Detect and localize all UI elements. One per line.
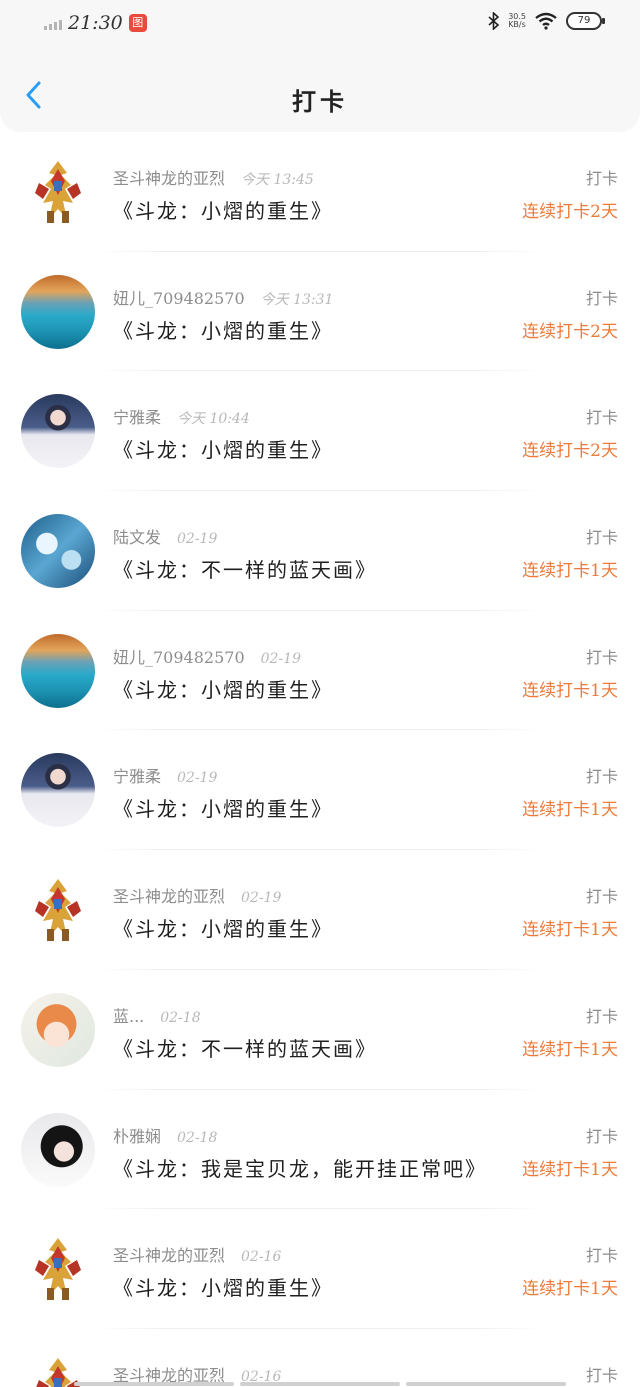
user-name[interactable]: 圣斗神龙的亚烈 (113, 1246, 225, 1265)
book-title[interactable]: 《斗龙：小熠的重生》 (113, 315, 333, 344)
book-title[interactable]: 《斗龙：小熠的重生》 (113, 913, 333, 942)
checkin-time: 02-18 (160, 1009, 201, 1026)
anime-avatar[interactable] (21, 992, 95, 1067)
checkin-tag: 打卡 (585, 528, 618, 548)
checkin-time: 02-19 (241, 890, 282, 907)
woman-avatar[interactable] (21, 394, 95, 469)
user-name[interactable]: 蓝... (113, 1007, 144, 1026)
checkin-tag: 打卡 (585, 1246, 618, 1266)
book-title[interactable]: 《斗龙：小熠的重生》 (113, 674, 333, 703)
streak-label: 连续打卡2天 (522, 202, 618, 222)
streak-label: 连续打卡1天 (522, 920, 618, 941)
streak-label: 连续打卡2天 (522, 321, 618, 342)
user-meta: 宁雅柔 今天 10:44 (113, 404, 250, 428)
book-title[interactable]: 《斗龙：小熠的重生》 (113, 793, 333, 822)
user-meta: 妞儿_709482570 今天 13:31 (113, 285, 333, 309)
user-meta: 妞儿_709482570 02-19 (113, 644, 301, 668)
signal-icon (44, 16, 62, 30)
checkin-tag: 打卡 (585, 169, 618, 188)
checkin-row[interactable]: 妞儿_709482570 02-19 《斗龙：小熠的重生》 打卡连续打卡1天 (0, 611, 640, 731)
clock: 21:30 (68, 12, 123, 34)
checkin-row[interactable]: 圣斗神龙的亚烈 02-19 《斗龙：小熠的重生》 打卡连续打卡1天 (0, 850, 640, 970)
user-meta: 圣斗神龙的亚烈 02-16 (113, 1242, 281, 1266)
book-title[interactable]: 《斗龙：我是宝贝龙，能开挂正常吧》 (113, 1153, 487, 1182)
book-title[interactable]: 《斗龙：不一样的蓝天画》 (113, 1033, 377, 1062)
user-name[interactable]: 宁雅柔 (113, 767, 161, 786)
checkin-time: 今天 13:45 (241, 172, 314, 188)
book-title[interactable]: 《斗龙：小熠的重生》 (113, 1272, 333, 1301)
streak-label: 连续打卡1天 (522, 800, 618, 821)
lake-avatar[interactable] (21, 633, 95, 708)
streak-label: 连续打卡1天 (522, 1279, 618, 1300)
user-meta: 圣斗神龙的亚烈 今天 13:45 (113, 165, 314, 189)
lake-avatar[interactable] (21, 274, 95, 349)
checkin-tag: 打卡 (585, 767, 618, 787)
book-title[interactable]: 《斗龙：小熠的重生》 (113, 434, 333, 463)
page-title: 打卡 (292, 88, 348, 116)
user-meta: 陆文发 02-19 (113, 524, 217, 548)
snow-avatar[interactable] (21, 514, 95, 589)
user-name[interactable]: 圣斗神龙的亚烈 (113, 887, 225, 906)
girl-avatar[interactable] (21, 1112, 95, 1187)
streak-label: 连续打卡2天 (522, 441, 618, 462)
checkin-time: 今天 13:31 (260, 291, 334, 308)
checkin-time: 02-19 (260, 650, 301, 667)
checkin-time: 02-18 (177, 1129, 218, 1146)
robot-avatar[interactable] (21, 873, 95, 947)
checkin-row[interactable]: 朴雅娴 02-18 《斗龙：我是宝贝龙，能开挂正常吧》 打卡连续打卡1天 (0, 1090, 640, 1210)
user-meta: 蓝... 02-18 (113, 1003, 201, 1027)
wifi-icon (534, 12, 558, 30)
checkin-row[interactable]: 蓝... 02-18 《斗龙：不一样的蓝天画》 打卡连续打卡1天 (0, 970, 640, 1090)
robot-avatar[interactable] (21, 1232, 95, 1306)
checkin-tag: 打卡 (585, 408, 618, 428)
checkin-tag: 打卡 (585, 887, 618, 907)
checkin-row[interactable]: 圣斗神龙的亚烈 02-16 打卡 (0, 1329, 640, 1387)
bluetooth-icon (488, 12, 500, 30)
checkin-row[interactable]: 妞儿_709482570 今天 13:31 《斗龙：小熠的重生》 打卡连续打卡2天 (0, 252, 640, 372)
checkin-row[interactable]: 陆文发 02-19 《斗龙：不一样的蓝天画》 打卡连续打卡1天 (0, 491, 640, 611)
user-name[interactable]: 妞儿_709482570 (113, 289, 245, 308)
streak-label: 连续打卡1天 (522, 1159, 618, 1180)
checkin-tag: 打卡 (585, 1006, 618, 1026)
streak-label: 连续打卡1天 (522, 1039, 618, 1060)
user-meta: 圣斗神龙的亚烈 02-19 (113, 883, 281, 907)
checkin-row[interactable]: 宁雅柔 02-19 《斗龙：小熠的重生》 打卡连续打卡1天 (0, 730, 640, 851)
user-meta: 宁雅柔 02-19 (113, 763, 217, 787)
checkin-row[interactable]: 宁雅柔 今天 10:44 《斗龙：小熠的重生》 打卡连续打卡2天 (0, 371, 640, 492)
checkin-tag: 打卡 (585, 288, 618, 308)
checkin-tag: 打卡 (585, 647, 618, 667)
book-title[interactable]: 《斗龙：不一样的蓝天画》 (113, 554, 377, 583)
user-meta: 朴雅娴 02-18 (113, 1123, 217, 1147)
checkin-list[interactable]: 圣斗神龙的亚烈 今天 13:45 《斗龙：小熠的重生》 打卡 连续打卡2天 妞儿_7094… (0, 132, 640, 1387)
checkin-time: 02-16 (241, 1249, 282, 1266)
robot-avatar[interactable] (21, 155, 95, 229)
user-name[interactable]: 宁雅柔 (113, 408, 161, 427)
user-name[interactable]: 圣斗神龙的亚烈 (113, 169, 225, 188)
streak-label: 连续打卡1天 (522, 561, 618, 582)
checkin-tag: 打卡 (585, 1126, 618, 1146)
nav-bar: 打卡 (0, 50, 640, 132)
user-name[interactable]: 陆文发 (113, 528, 161, 547)
streak-label: 连续打卡1天 (522, 680, 618, 701)
status-bar: 21:30 图 30.5 KB/s 79 (0, 0, 640, 50)
app-notification-icon: 图 (128, 14, 147, 32)
battery-icon: 79 (566, 12, 605, 30)
checkin-time: 02-19 (177, 770, 218, 787)
network-speed: 30.5 KB/s (508, 12, 526, 29)
user-name[interactable]: 妞儿_709482570 (113, 648, 245, 667)
checkin-time: 今天 10:44 (177, 411, 250, 428)
woman-avatar[interactable] (21, 753, 95, 828)
book-title[interactable]: 《斗龙：小熠的重生》 (113, 195, 333, 224)
checkin-time: 02-19 (177, 531, 218, 548)
checkin-row[interactable]: 圣斗神龙的亚烈 02-16 《斗龙：小熠的重生》 打卡连续打卡1天 (0, 1209, 640, 1329)
scroll-indicator (0, 1382, 640, 1387)
checkin-row[interactable]: 圣斗神龙的亚烈 今天 13:45 《斗龙：小熠的重生》 打卡连续打卡2天 (0, 132, 640, 252)
user-name[interactable]: 朴雅娴 (113, 1127, 161, 1146)
